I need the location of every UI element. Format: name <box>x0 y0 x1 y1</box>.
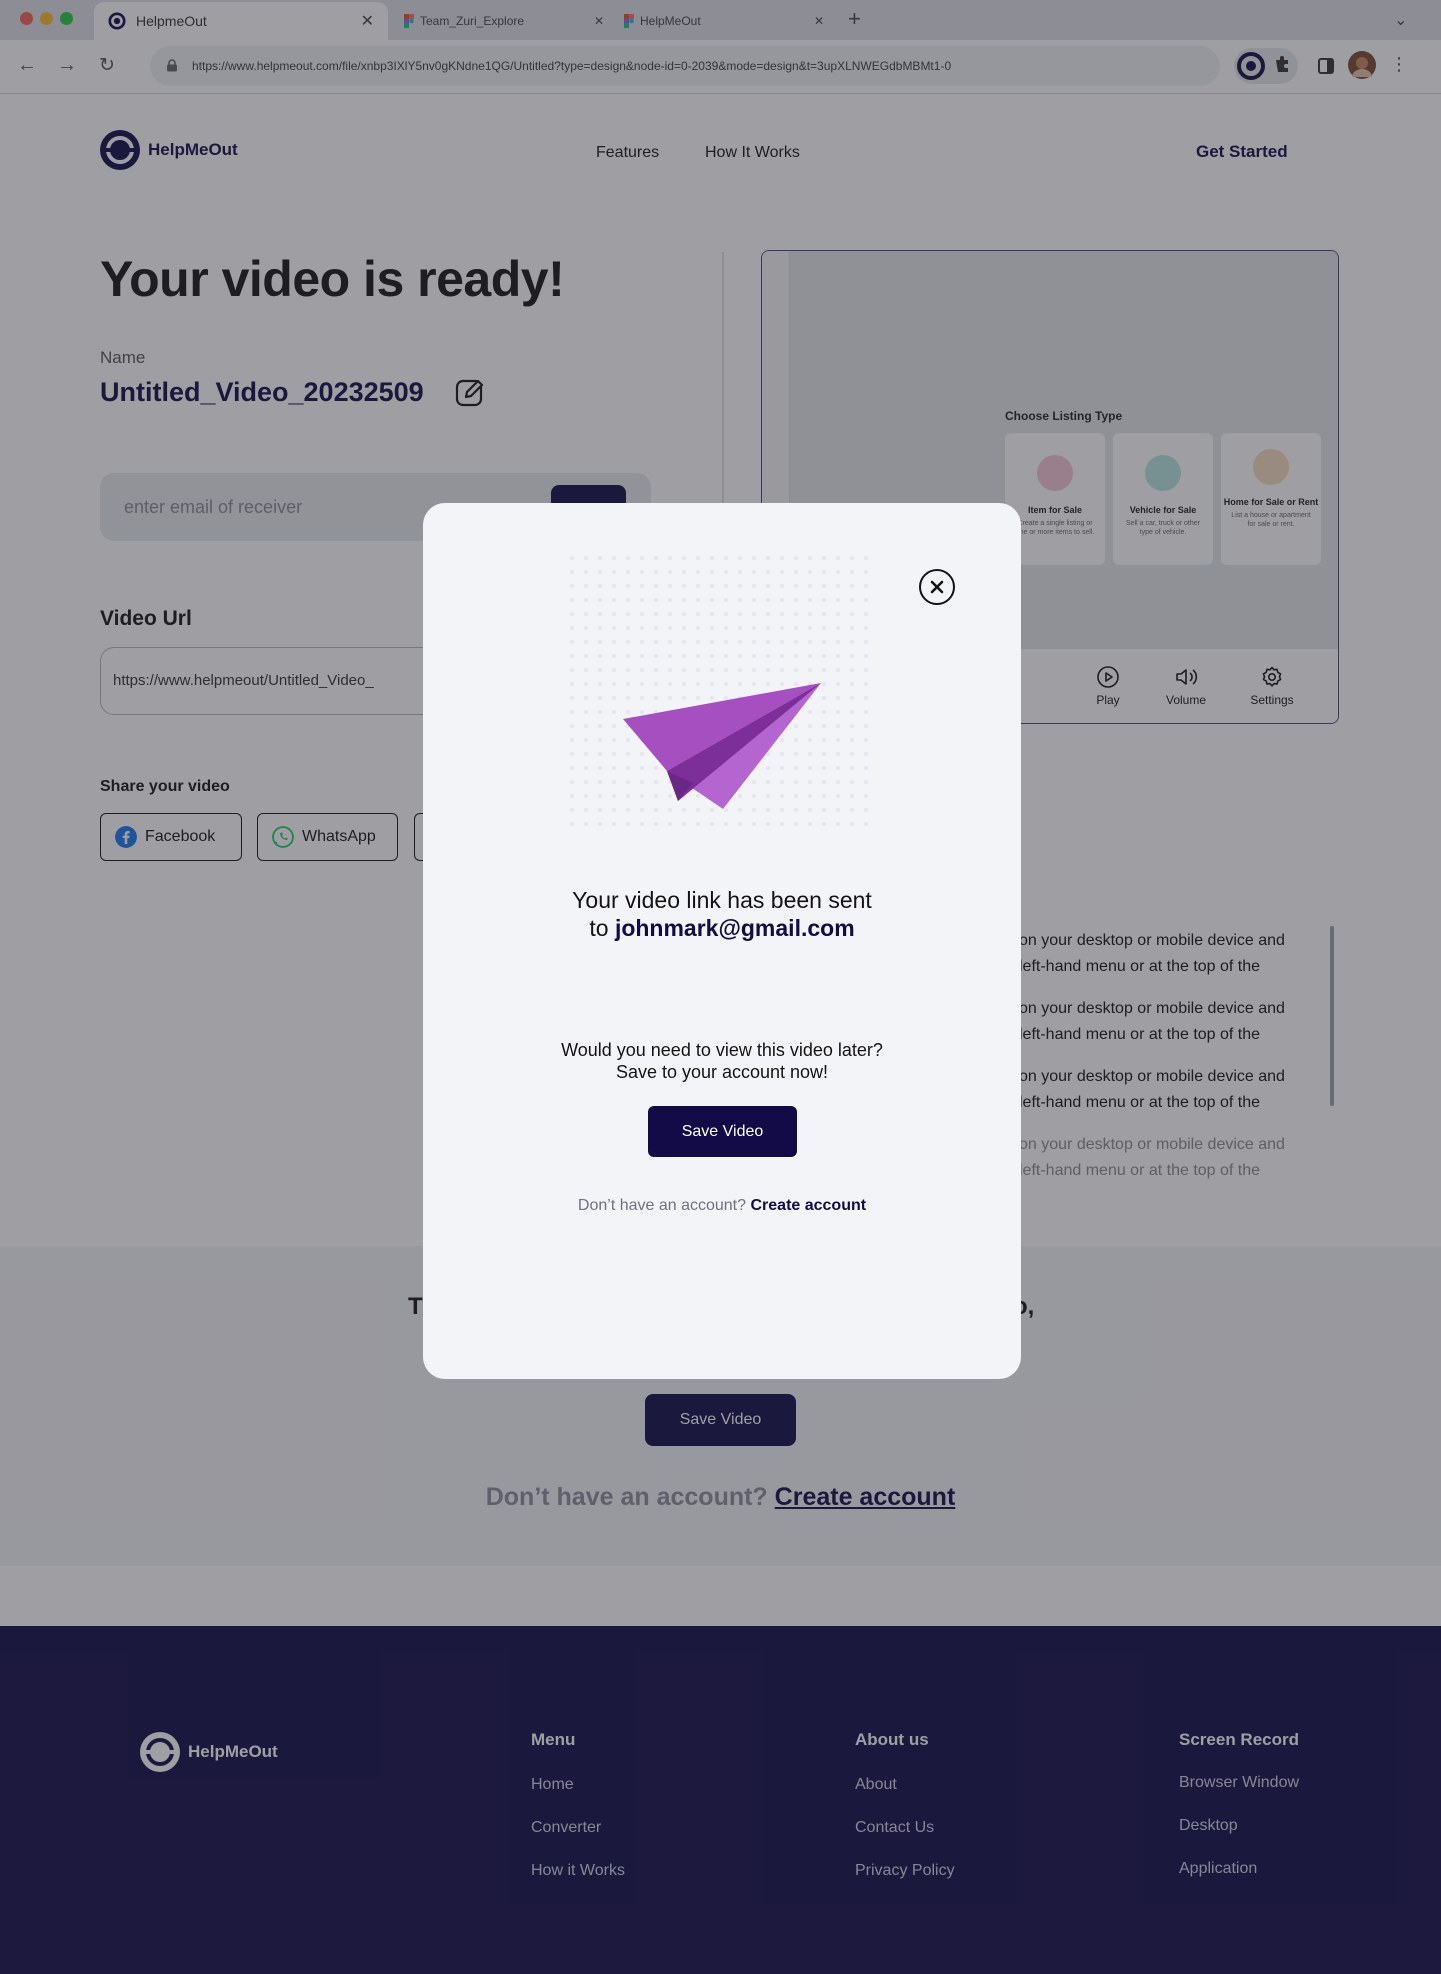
no-account-label: Don’t have an account? <box>577 1197 747 1214</box>
later-line-1: Would you need to view this video later? <box>561 1040 883 1060</box>
link-sent-message: Your video link has been sent to johnmar… <box>423 886 1021 942</box>
later-line-2: Save to your account now! <box>615 1062 829 1082</box>
close-icon <box>930 580 944 594</box>
save-later-message: Would you need to view this video later?… <box>423 1039 1021 1083</box>
sent-line-2: to johnmark@gmail.com <box>423 914 1021 942</box>
link-sent-modal: Your video link has been sent to johnmar… <box>423 503 1021 1379</box>
create-account-link[interactable]: Create account <box>750 1197 866 1214</box>
recipient-email: johnmark@gmail.com <box>614 915 855 941</box>
modal-no-account: Don’t have an account? Create account <box>423 1197 1021 1215</box>
save-video-button[interactable]: Save Video <box>648 1106 797 1157</box>
sent-prefix: to <box>589 915 609 941</box>
paper-plane-icon <box>623 683 821 809</box>
sent-line-1: Your video link has been sent <box>572 887 872 913</box>
modal-close-button[interactable] <box>919 569 955 605</box>
